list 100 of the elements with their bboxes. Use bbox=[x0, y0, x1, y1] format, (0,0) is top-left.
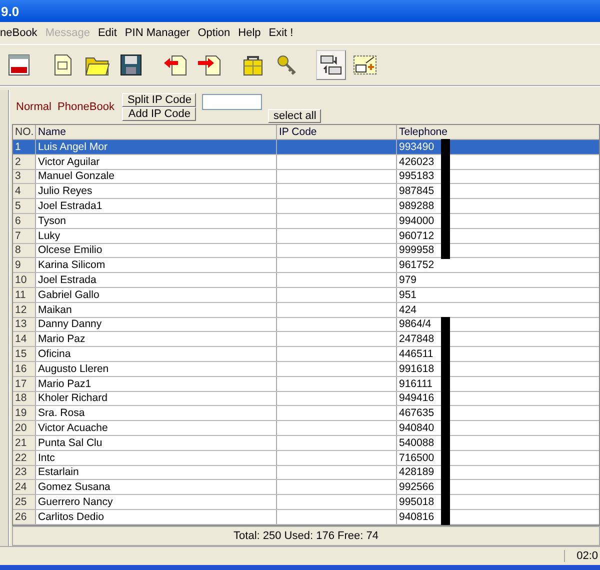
table-cell: 979 bbox=[399, 274, 417, 286]
calendar-icon bbox=[7, 53, 31, 77]
table-row[interactable]: 8 Olcese Emilio 999958 bbox=[13, 244, 599, 258]
table-cell: 424 bbox=[399, 304, 417, 316]
table-cell: Tyson bbox=[36, 214, 277, 228]
table-row[interactable]: 9 Karina Silicom 961752 bbox=[13, 258, 599, 274]
table-cell: Victor Aguilar bbox=[36, 154, 277, 169]
column-header[interactable]: IP Code bbox=[277, 125, 397, 139]
table-row[interactable]: 7 Luky 960712 bbox=[13, 228, 599, 244]
table-cell: Sra. Rosa bbox=[36, 406, 277, 420]
row-number: 25 bbox=[13, 495, 36, 509]
table-row[interactable]: 25 Guerrero Nancy 995018 bbox=[13, 495, 599, 510]
row-number: 17 bbox=[13, 376, 36, 391]
row-number: 18 bbox=[13, 392, 36, 406]
menu-item[interactable]: Help bbox=[238, 27, 267, 39]
table-row[interactable]: 3 Manuel Gonzale 995183 bbox=[13, 170, 599, 184]
row-number: 7 bbox=[13, 228, 36, 243]
table-row[interactable]: 13 Danny Danny 9864/4 bbox=[13, 318, 599, 332]
table-cell: 961752 bbox=[399, 259, 434, 272]
menu-item[interactable]: Exit ! bbox=[268, 27, 300, 39]
key-icon bbox=[276, 54, 298, 76]
row-number: 16 bbox=[13, 362, 36, 376]
table-cell: Joel Estrada bbox=[36, 273, 277, 287]
table-cell: 992566 bbox=[399, 481, 434, 494]
table-cell: Kholer Richard bbox=[36, 392, 277, 406]
table-cell: 940840 bbox=[399, 422, 434, 434]
table-row[interactable]: 26 Carlitos Dedio 940816 bbox=[13, 510, 599, 525]
table-row[interactable]: 14 Mario Paz 247848 bbox=[13, 332, 599, 348]
table-cell: 247848 bbox=[399, 333, 434, 346]
row-number: 23 bbox=[13, 466, 36, 480]
phonebook-title: Normal PhoneBook bbox=[16, 101, 114, 113]
table-cell: Karina Silicom bbox=[36, 258, 277, 272]
toolbar-button[interactable] bbox=[316, 50, 346, 80]
table-row[interactable]: 16 Augusto Lleren 991618 bbox=[13, 362, 599, 377]
row-number: 26 bbox=[13, 510, 36, 524]
table-row[interactable]: 4 Julio Reyes 987845 bbox=[13, 184, 599, 200]
table-row[interactable]: 5 Joel Estrada1 989288 bbox=[13, 199, 599, 214]
table-cell: 987845 bbox=[399, 185, 434, 198]
row-number: 5 bbox=[13, 199, 36, 213]
table-row[interactable]: 15 Oficina 446511 bbox=[13, 347, 599, 362]
column-header[interactable]: NO. bbox=[13, 125, 36, 139]
table-row[interactable]: 6 Tyson 994000 bbox=[13, 214, 599, 229]
table-cell: 428189 bbox=[399, 466, 434, 478]
table-row[interactable]: 21 Punta Sal Clu 540088 bbox=[13, 436, 599, 451]
table-cell: Guerrero Nancy bbox=[36, 495, 277, 509]
row-number: 15 bbox=[13, 347, 36, 361]
document-arrow-icon bbox=[196, 53, 222, 77]
row-number: 13 bbox=[13, 318, 36, 332]
column-header[interactable]: Telephone bbox=[397, 125, 599, 139]
table-cell: 916111 bbox=[399, 378, 432, 390]
table-cell: 540088 bbox=[399, 436, 434, 449]
select-all-button[interactable]: select all bbox=[268, 109, 322, 123]
table-cell: Estarlain bbox=[36, 466, 277, 480]
table-row[interactable]: 22 Intc 716500 bbox=[13, 450, 599, 466]
table-cell: 467635 bbox=[399, 407, 434, 420]
table-cell: 716500 bbox=[399, 452, 434, 464]
row-number: 2 bbox=[13, 154, 36, 169]
table-cell: Gabriel Gallo bbox=[36, 288, 277, 302]
menu-item[interactable]: neBook bbox=[0, 27, 44, 39]
table-cell: 994000 bbox=[399, 214, 434, 227]
table-row[interactable]: 12 Maikan 424 bbox=[13, 302, 599, 318]
row-number: 20 bbox=[13, 421, 36, 435]
table-row[interactable]: 23 Estarlain 428189 bbox=[13, 466, 599, 480]
table-cell: 949416 bbox=[399, 392, 434, 404]
row-number: 8 bbox=[13, 244, 36, 258]
table-row[interactable]: 1 Luis Angel Mor 993490 bbox=[13, 140, 599, 155]
document-arrow-icon bbox=[162, 53, 188, 77]
row-number: 3 bbox=[13, 170, 36, 184]
table-row[interactable]: 19 Sra. Rosa 467635 bbox=[13, 406, 599, 422]
row-number: 9 bbox=[13, 258, 36, 272]
table-row[interactable]: 18 Kholer Richard 949416 bbox=[13, 392, 599, 406]
column-header[interactable]: Name bbox=[36, 125, 277, 139]
ip-code-button[interactable]: Add IP Code bbox=[122, 107, 196, 121]
menu-item[interactable]: Option bbox=[198, 27, 236, 39]
row-number: 1 bbox=[13, 140, 36, 154]
table-cell: Joel Estrada1 bbox=[36, 199, 277, 213]
table-cell: Mario Paz1 bbox=[36, 376, 277, 391]
menu-item[interactable]: Edit bbox=[98, 27, 123, 39]
row-number: 14 bbox=[13, 332, 36, 346]
table-row[interactable]: 10 Joel Estrada 979 bbox=[13, 273, 599, 288]
input-field[interactable] bbox=[202, 94, 262, 110]
table-cell: Maikan bbox=[36, 302, 277, 317]
table-row[interactable]: 11 Gabriel Gallo 951 bbox=[13, 288, 599, 303]
table-cell: Mario Paz bbox=[36, 332, 277, 346]
table-row[interactable]: 17 Mario Paz1 916111 bbox=[13, 376, 599, 392]
ip-code-button[interactable]: Split IP Code bbox=[122, 93, 196, 107]
row-number: 12 bbox=[13, 302, 36, 317]
row-number: 6 bbox=[13, 214, 36, 228]
table-cell: 991618 bbox=[399, 362, 434, 375]
menu-item[interactable]: PIN Manager bbox=[124, 27, 196, 39]
table-cell: 951 bbox=[399, 288, 417, 301]
table-cell: 940816 bbox=[399, 510, 434, 523]
table-row[interactable]: 2 Victor Aguilar 426023 bbox=[13, 154, 599, 170]
table-cell: Oficina bbox=[36, 347, 277, 361]
table-row[interactable]: 20 Victor Acuache 940840 bbox=[13, 421, 599, 436]
table-row[interactable]: 24 Gomez Susana 992566 bbox=[13, 480, 599, 496]
table-cell: 989288 bbox=[399, 200, 434, 212]
card-icon bbox=[352, 53, 378, 77]
table-cell: 426023 bbox=[399, 156, 434, 168]
table-cell: Augusto Lleren bbox=[36, 362, 277, 376]
